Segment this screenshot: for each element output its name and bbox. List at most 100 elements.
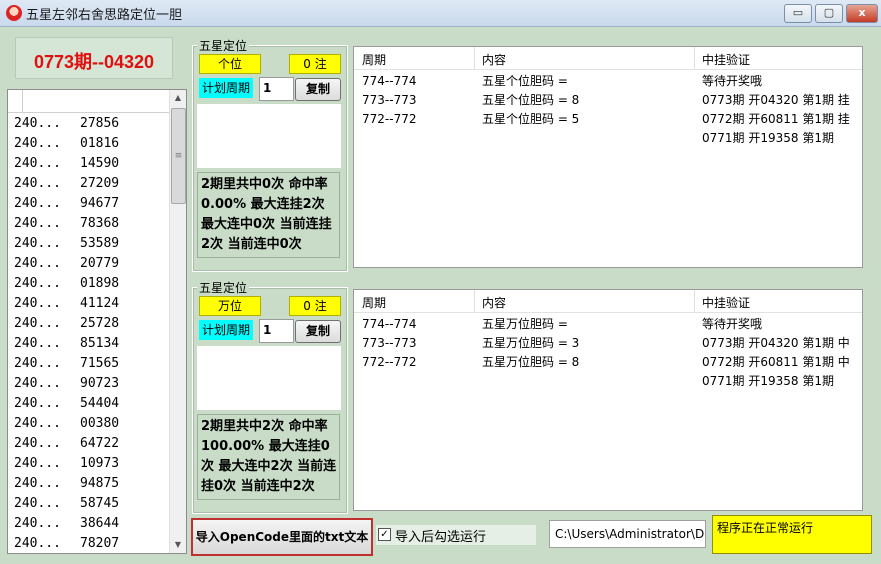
file-path-field[interactable]: C:\Users\Administrator\De — [549, 520, 706, 548]
minimize-icon: ▭ — [792, 6, 804, 19]
history-number: 71565 — [80, 356, 120, 371]
table-row[interactable]: 774--774 五星个位胆码 = 等待开奖哦 — [354, 72, 862, 91]
history-rows: 240... 27856 240... 01816 240... 14590 240... 2… — [8, 114, 168, 554]
history-period: 240... — [14, 296, 61, 311]
list-item[interactable]: 240... 01816 — [8, 134, 168, 154]
history-period: 240... — [14, 516, 61, 531]
close-icon: x — [858, 6, 866, 19]
table-row[interactable]: 0771期 开19358 第1期 — [354, 129, 862, 148]
history-period: 240... — [14, 176, 61, 191]
history-number: 27856 — [80, 116, 120, 131]
list-item[interactable]: 240... 71565 — [8, 354, 168, 374]
history-number: 01816 — [80, 136, 120, 151]
history-list-header — [8, 90, 186, 113]
table-row[interactable]: 774--774 五星万位胆码 = 等待开奖哦 — [354, 315, 862, 334]
list-item[interactable]: 240... 58745 — [8, 494, 168, 514]
history-period: 240... — [14, 376, 61, 391]
cell-verify: 0773期 开04320 第1期 挂 — [702, 93, 850, 107]
history-period: 240... — [14, 196, 61, 211]
scroll-up-icon[interactable]: ▲ — [170, 90, 186, 106]
result-table-2[interactable]: 周期 内容 中挂验证 774--774 五星万位胆码 = 等待开奖哦 773--… — [353, 289, 863, 511]
history-period: 240... — [14, 416, 61, 431]
list-item[interactable]: 240... 78207 — [8, 534, 168, 554]
cell-period: 773--773 — [362, 336, 417, 350]
auto-run-checkbox[interactable]: ✓ — [378, 528, 391, 541]
hit-stats: 2期里共中2次 命中率100.00% 最大连挂0次 最大连中2次 当前连挂0次 … — [197, 414, 340, 500]
list-item[interactable]: 240... 94875 — [8, 474, 168, 494]
table-row[interactable]: 0771期 开19358 第1期 — [354, 372, 862, 391]
minimize-button[interactable]: ▭ — [784, 4, 812, 23]
list-item[interactable]: 240... 27209 — [8, 174, 168, 194]
result-table-1[interactable]: 周期 内容 中挂验证 774--774 五星个位胆码 = 等待开奖哦 773--… — [353, 46, 863, 268]
history-number: 90723 — [80, 376, 120, 391]
history-number: 78368 — [80, 216, 120, 231]
history-period: 240... — [14, 496, 61, 511]
cell-content: 五星万位胆码 = 8 — [482, 355, 580, 369]
scroll-thumb[interactable]: ≡ — [171, 108, 186, 204]
position-box: 个位 — [199, 54, 261, 74]
table-row[interactable]: 772--772 五星万位胆码 = 8 0772期 开60811 第1期 中 — [354, 353, 862, 372]
list-item[interactable]: 240... 94677 — [8, 194, 168, 214]
column-header-verify[interactable]: 中挂验证 — [702, 294, 750, 311]
list-item[interactable]: 240... 14590 — [8, 154, 168, 174]
column-header-content[interactable]: 内容 — [482, 51, 506, 68]
column-header-verify[interactable]: 中挂验证 — [702, 51, 750, 68]
cell-verify: 0773期 开04320 第1期 中 — [702, 336, 850, 350]
list-item[interactable]: 240... 25728 — [8, 314, 168, 334]
copy-button[interactable]: 复制 — [295, 78, 341, 101]
history-number: 00380 — [80, 416, 120, 431]
table-row[interactable]: 773--773 五星个位胆码 = 8 0773期 开04320 第1期 挂 — [354, 91, 862, 110]
history-list[interactable]: 240... 27856 240... 01816 240... 14590 240... 2… — [7, 89, 187, 554]
list-item[interactable]: 240... 00380 — [8, 414, 168, 434]
app-icon — [6, 5, 22, 21]
hit-stats: 2期里共中0次 命中率0.00% 最大连挂2次 最大连中0次 当前连挂2次 当前… — [197, 172, 340, 258]
auto-run-option[interactable]: ✓ 导入后勾选运行 — [376, 525, 536, 545]
plan-period-input[interactable]: 1 — [259, 319, 294, 343]
current-period-label: 0773期--04320 — [33, 52, 155, 72]
history-period: 240... — [14, 156, 61, 171]
title-bar: 五星左邻右舍思路定位一胆 ▭ ▢ x — [0, 0, 881, 27]
list-item[interactable]: 240... 10973 — [8, 454, 168, 474]
list-item[interactable]: 240... 01898 — [8, 274, 168, 294]
column-header-period[interactable]: 周期 — [362, 294, 386, 311]
table-row[interactable]: 772--772 五星个位胆码 = 5 0772期 开60811 第1期 挂 — [354, 110, 862, 129]
list-item[interactable]: 240... 64722 — [8, 434, 168, 454]
plan-output-area[interactable] — [197, 346, 341, 410]
history-number: 14590 — [80, 156, 120, 171]
list-item[interactable]: 240... 85134 — [8, 334, 168, 354]
list-item[interactable]: 240... 20779 — [8, 254, 168, 274]
result-table-header: 周期 内容 中挂验证 — [354, 47, 862, 70]
cell-period: 772--772 — [362, 112, 417, 126]
copy-button[interactable]: 复制 — [295, 320, 341, 343]
list-item[interactable]: 240... 90723 — [8, 374, 168, 394]
list-item[interactable]: 240... 27856 — [8, 114, 168, 134]
history-period: 240... — [14, 456, 61, 471]
history-period: 240... — [14, 216, 61, 231]
cell-period: 774--774 — [362, 317, 417, 331]
close-button[interactable]: x — [846, 4, 878, 23]
list-item[interactable]: 240... 41124 — [8, 294, 168, 314]
plan-output-area[interactable] — [197, 104, 341, 168]
history-period: 240... — [14, 136, 61, 151]
history-number: 64722 — [80, 436, 120, 451]
list-item[interactable]: 240... 54404 — [8, 394, 168, 414]
import-txt-button[interactable]: 导入OpenCode里面的txt文本 — [191, 518, 373, 556]
scroll-down-icon[interactable]: ▼ — [170, 537, 186, 553]
table-row[interactable]: 773--773 五星万位胆码 = 3 0773期 开04320 第1期 中 — [354, 334, 862, 353]
list-item[interactable]: 240... 78368 — [8, 214, 168, 234]
history-period: 240... — [14, 476, 61, 491]
history-number: 54404 — [80, 396, 120, 411]
history-number: 94677 — [80, 196, 120, 211]
history-number: 27209 — [80, 176, 120, 191]
history-scrollbar[interactable]: ▲ ≡ ▼ — [169, 90, 186, 553]
plan-period-input[interactable]: 1 — [259, 77, 294, 101]
history-number: 25728 — [80, 316, 120, 331]
list-item[interactable]: 240... 53589 — [8, 234, 168, 254]
history-number: 58745 — [80, 496, 120, 511]
column-header-period[interactable]: 周期 — [362, 51, 386, 68]
history-period: 240... — [14, 276, 61, 291]
column-header-content[interactable]: 内容 — [482, 294, 506, 311]
restore-button[interactable]: ▢ — [815, 4, 843, 23]
group-title: 五星定位 — [197, 37, 250, 54]
list-item[interactable]: 240... 38644 — [8, 514, 168, 534]
